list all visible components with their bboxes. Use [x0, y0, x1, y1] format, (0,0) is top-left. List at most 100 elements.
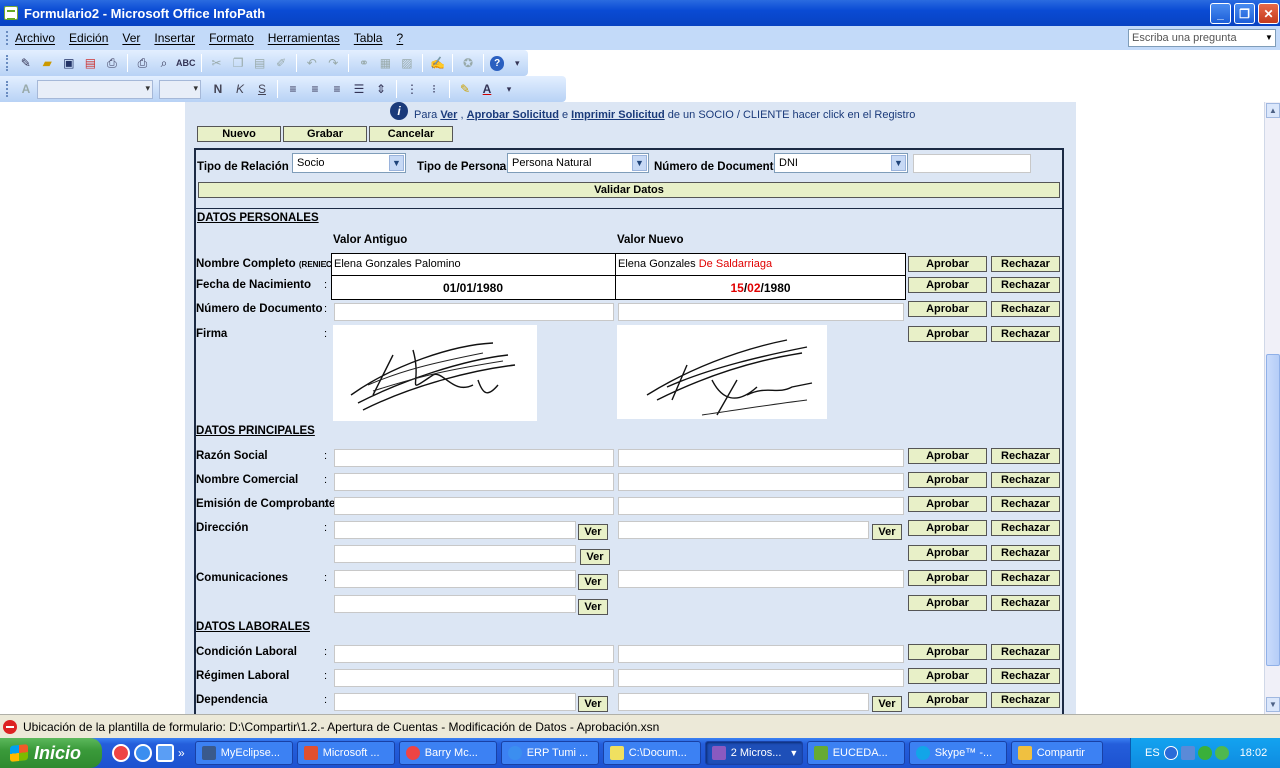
spellcheck-icon[interactable]: ABC: [176, 54, 196, 72]
paste-icon[interactable]: ▤: [251, 54, 269, 72]
direccion-old-ver-button-2[interactable]: Ver: [580, 549, 610, 565]
hyperlink-icon[interactable]: ⚭: [355, 54, 373, 72]
toolbar-options-icon[interactable]: ▾: [508, 54, 526, 72]
menu-tabla[interactable]: Tabla: [354, 31, 383, 45]
comunicaciones-aprobar-button[interactable]: Aprobar: [908, 570, 987, 586]
firma-rechazar-button[interactable]: Rechazar: [991, 326, 1060, 342]
dependencia-new-ver-button[interactable]: Ver: [872, 696, 902, 712]
design-icon[interactable]: ✎: [17, 54, 35, 72]
align-center-icon[interactable]: ≡: [306, 80, 324, 98]
cut-icon[interactable]: ✂: [208, 54, 226, 72]
numero-documento-type-select[interactable]: DNI ▼: [774, 153, 908, 173]
link-imprimir-solicitud[interactable]: Imprimir Solicitud: [571, 109, 665, 121]
redo-icon[interactable]: ↷: [325, 54, 343, 72]
restore-button[interactable]: ❐: [1234, 3, 1255, 24]
scroll-thumb[interactable]: [1266, 354, 1280, 666]
chevron-down-icon[interactable]: ▼: [1263, 30, 1275, 46]
task-erp-tumi[interactable]: ERP Tumi ...: [500, 741, 599, 765]
firma-aprobar-button[interactable]: Aprobar: [908, 326, 987, 342]
regimen-old-field[interactable]: [334, 669, 614, 687]
comunicaciones-rechazar-button[interactable]: Rechazar: [991, 570, 1060, 586]
fecha-rechazar-button[interactable]: Rechazar: [991, 277, 1060, 293]
regimen-new-field[interactable]: [618, 669, 904, 687]
menu-formato[interactable]: Formato: [209, 31, 254, 45]
italic-button[interactable]: K: [231, 80, 249, 98]
ie-alt-icon[interactable]: [156, 744, 174, 762]
numdoc-rechazar-button[interactable]: Rechazar: [991, 301, 1060, 317]
format-painter-icon[interactable]: ✐: [272, 54, 290, 72]
tipo-persona-select[interactable]: Persona Natural ▼: [507, 153, 649, 173]
task-skype[interactable]: Skype™ -...: [908, 741, 1007, 765]
copy-icon[interactable]: ❐: [229, 54, 247, 72]
direccion2-aprobar-button[interactable]: Aprobar: [908, 545, 987, 561]
link-aprobar-solicitud[interactable]: Aprobar Solicitud: [467, 109, 559, 121]
highlight-icon[interactable]: ✎: [456, 80, 474, 98]
nombre-comercial-new-field[interactable]: [618, 473, 904, 491]
regimen-rechazar-button[interactable]: Rechazar: [991, 668, 1060, 684]
condicion-old-field[interactable]: [334, 645, 614, 663]
save-icon[interactable]: ▣: [60, 54, 78, 72]
dependencia-old-ver-button[interactable]: Ver: [578, 696, 608, 712]
chrome-icon[interactable]: [112, 744, 130, 762]
condicion-aprobar-button[interactable]: Aprobar: [908, 644, 987, 660]
export-pdf-icon[interactable]: ▤: [82, 54, 100, 72]
nuevo-button[interactable]: Nuevo: [197, 126, 281, 142]
nombre-comercial-aprobar-button[interactable]: Aprobar: [908, 472, 987, 488]
menu-edicion[interactable]: Edición: [69, 31, 108, 45]
validar-datos-button[interactable]: Validar Datos: [198, 182, 1060, 198]
nombre-comercial-rechazar-button[interactable]: Rechazar: [991, 472, 1060, 488]
comunicaciones-old-field-2[interactable]: [334, 595, 576, 613]
razon-social-rechazar-button[interactable]: Rechazar: [991, 448, 1060, 464]
language-indicator[interactable]: ES: [1145, 747, 1160, 759]
task-barry[interactable]: Barry Mc...: [398, 741, 497, 765]
vertical-scrollbar[interactable]: ▲ ▼: [1264, 102, 1280, 714]
numdoc-new-field[interactable]: [618, 303, 904, 321]
minimize-button[interactable]: _: [1210, 3, 1231, 24]
fecha-aprobar-button[interactable]: Aprobar: [908, 277, 987, 293]
digital-signature-icon[interactable]: ✪: [459, 54, 477, 72]
emision-aprobar-button[interactable]: Aprobar: [908, 496, 987, 512]
comunicaciones-old-ver-button[interactable]: Ver: [578, 574, 608, 590]
tipo-relacion-select[interactable]: Socio ▼: [292, 153, 406, 173]
network-icon[interactable]: [1180, 746, 1195, 760]
scroll-up-icon[interactable]: ▲: [1266, 103, 1280, 118]
chevron-down-icon[interactable]: ▼: [632, 155, 647, 171]
close-button[interactable]: ✕: [1258, 3, 1279, 24]
task-2-micros[interactable]: 2 Micros... ▼: [704, 741, 803, 765]
razon-social-new-field[interactable]: [618, 449, 904, 467]
underline-button[interactable]: S: [253, 80, 271, 98]
task-compartir[interactable]: Compartir: [1010, 741, 1103, 765]
direccion-old-field-2[interactable]: [334, 545, 576, 563]
quick-launch-overflow[interactable]: »: [178, 746, 185, 760]
scroll-down-icon[interactable]: ▼: [1266, 697, 1280, 712]
bold-button[interactable]: N: [209, 80, 227, 98]
nombre-comercial-old-field[interactable]: [334, 473, 614, 491]
print-preview-icon[interactable]: ⎙: [103, 54, 121, 72]
nombre-rechazar-button[interactable]: Rechazar: [991, 256, 1060, 272]
ie-icon[interactable]: [134, 744, 152, 762]
sign-icon[interactable]: ✍: [429, 54, 447, 72]
menu-herramientas[interactable]: Herramientas: [268, 31, 340, 45]
direccion-rechazar-button[interactable]: Rechazar: [991, 520, 1060, 536]
emision-new-field[interactable]: [618, 497, 904, 515]
chevron-down-icon[interactable]: ▼: [389, 155, 404, 171]
comunicaciones2-aprobar-button[interactable]: Aprobar: [908, 595, 987, 611]
align-right-icon[interactable]: ≡: [328, 80, 346, 98]
help-icon[interactable]: ?: [489, 55, 505, 71]
table-icon[interactable]: ▦: [377, 54, 395, 72]
link-ver[interactable]: Ver: [440, 109, 457, 121]
task-c-docum[interactable]: C:\Docum...: [602, 741, 701, 765]
dependencia-new-field[interactable]: [618, 693, 869, 711]
numero-documento-input[interactable]: [913, 154, 1031, 173]
font-color-icon[interactable]: A: [478, 80, 496, 98]
comunicaciones-old-field[interactable]: [334, 570, 576, 588]
undo-icon[interactable]: ↶: [303, 54, 321, 72]
tray-back-icon[interactable]: [1163, 746, 1178, 760]
menu-insertar[interactable]: Insertar: [154, 31, 195, 45]
chevron-down-icon[interactable]: ▼: [891, 155, 906, 171]
direccion-new-field[interactable]: [618, 521, 869, 539]
start-button[interactable]: Inicio: [0, 738, 102, 768]
security-icon[interactable]: [1197, 746, 1212, 760]
regimen-aprobar-button[interactable]: Aprobar: [908, 668, 987, 684]
emision-old-field[interactable]: [334, 497, 614, 515]
